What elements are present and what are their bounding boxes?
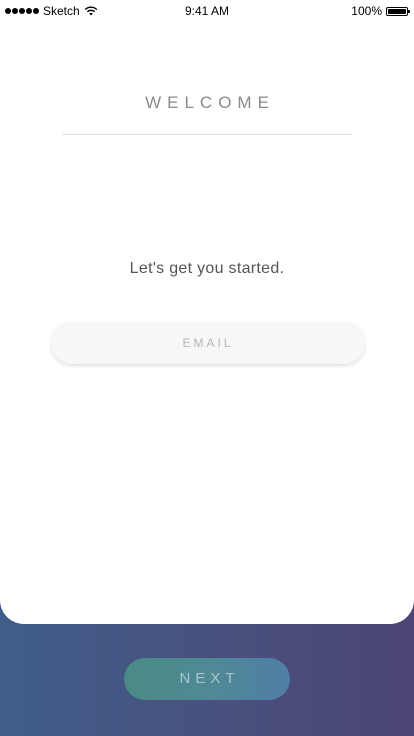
- email-field-container: [51, 322, 365, 364]
- status-bar: Sketch 9:41 AM 100%: [0, 0, 414, 22]
- tagline: Let's get you started.: [129, 260, 285, 277]
- battery-icon: [386, 6, 410, 16]
- battery-percent: 100%: [351, 4, 382, 18]
- content-card: Sketch 9:41 AM 100% WELCOME Let's get yo…: [0, 0, 414, 624]
- email-field[interactable]: [51, 322, 365, 364]
- title-divider: [62, 134, 352, 135]
- page-title: WELCOME: [145, 93, 275, 112]
- status-bar-right: 100%: [351, 4, 410, 18]
- next-button[interactable]: NEXT: [124, 658, 290, 700]
